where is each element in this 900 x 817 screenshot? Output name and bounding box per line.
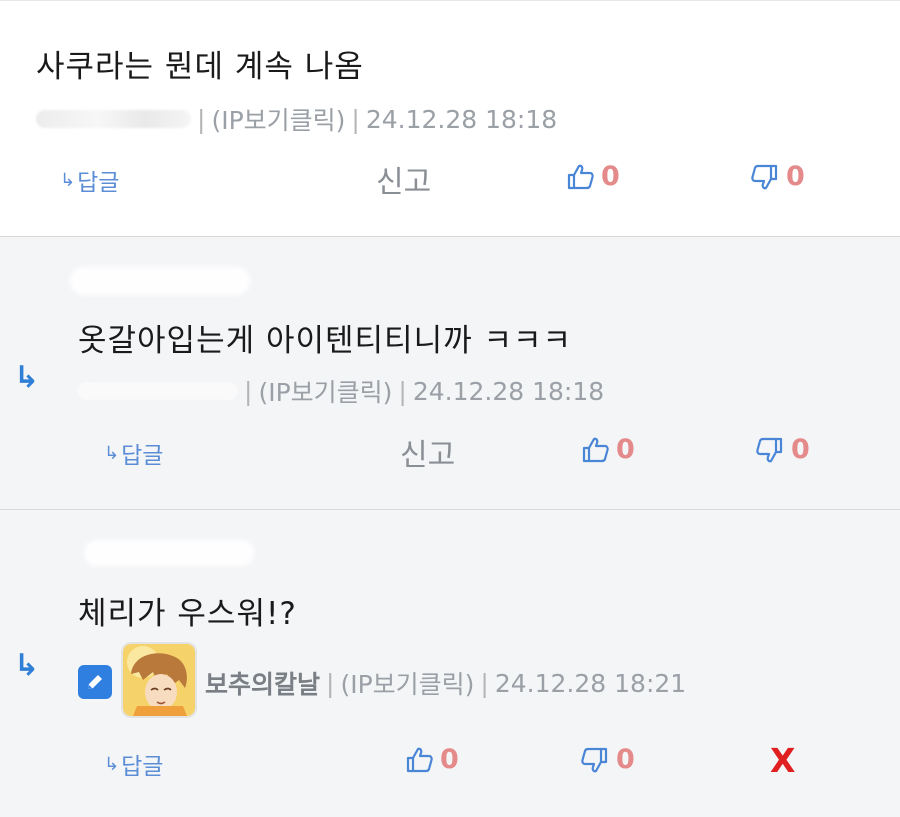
redacted-parent-name: [84, 540, 254, 566]
reply-label: 답글: [77, 170, 120, 196]
comment-item: 옷갈아입는게 아이텐티티니까 ㅋㅋㅋ ↳ | (IP보기클릭) | 24.12.…: [0, 236, 900, 509]
reply-arrow-icon: ↳: [60, 169, 76, 191]
reply-arrow-icon: ↳: [104, 442, 120, 464]
dislike-count: 0: [786, 161, 805, 192]
dislike-count: 0: [791, 434, 810, 465]
like-button[interactable]: 0: [580, 434, 635, 465]
reply-indicator-icon: ↳: [14, 360, 40, 395]
dislike-button[interactable]: 0: [580, 744, 635, 775]
reply-label: 답글: [121, 443, 164, 469]
ip-link[interactable]: (IP보기클릭): [211, 101, 345, 137]
comment-meta: 보추의칼날 | (IP보기클릭) | 24.12.28 18:21: [205, 665, 686, 701]
delete-button[interactable]: X: [770, 741, 795, 780]
author-name-redacted: [36, 110, 191, 128]
avatar[interactable]: [121, 642, 197, 718]
report-button[interactable]: 신고: [376, 157, 431, 201]
comment-item: 체리가 우스워!? ↳ 보추의칼날 | (IP보기클릭) | 24.12.28 …: [0, 509, 900, 817]
thumbs-down-icon: [581, 747, 608, 772]
timestamp: 24.12.28 18:18: [412, 376, 605, 406]
reply-label: 답글: [121, 754, 164, 780]
comment-meta: | (IP보기클릭) | 24.12.28 18:18: [36, 101, 557, 137]
reply-button[interactable]: ↳ 답글: [60, 163, 119, 197]
comment-text: 옷갈아입는게 아이텐티티니까 ㅋㅋㅋ: [78, 323, 573, 359]
comment-item: 사쿠라는 뭔데 계속 나옴 | (IP보기클릭) | 24.12.28 18:1…: [0, 0, 900, 236]
thumbs-down-icon: [751, 164, 778, 189]
like-button[interactable]: 0: [404, 744, 459, 775]
thumbs-up-icon: [406, 747, 433, 772]
ip-link[interactable]: (IP보기클릭): [340, 665, 474, 701]
like-count: 0: [440, 744, 459, 775]
reply-button[interactable]: ↳ 답글: [104, 747, 163, 781]
like-count: 0: [601, 161, 620, 192]
reply-button[interactable]: ↳ 답글: [104, 436, 163, 470]
pencil-icon[interactable]: [78, 665, 112, 699]
dislike-button[interactable]: 0: [755, 434, 810, 465]
comment-meta: | (IP보기클릭) | 24.12.28 18:18: [78, 373, 604, 409]
dislike-count: 0: [616, 744, 635, 775]
dislike-button[interactable]: 0: [750, 161, 805, 192]
author-name-redacted: [78, 382, 238, 400]
timestamp: 24.12.28 18:18: [365, 104, 558, 134]
redacted-parent-name: [70, 267, 250, 295]
author-nickname[interactable]: 보추의칼날: [205, 665, 320, 701]
like-count: 0: [616, 434, 635, 465]
timestamp: 24.12.28 18:21: [494, 668, 687, 698]
comment-text: 사쿠라는 뭔데 계속 나옴: [36, 49, 364, 85]
like-button[interactable]: 0: [565, 161, 620, 192]
thumbs-down-icon: [756, 437, 783, 462]
reply-indicator-icon: ↳: [14, 648, 40, 683]
thumbs-up-icon: [582, 437, 609, 462]
comment-text: 체리가 우스워!?: [78, 596, 297, 632]
report-button[interactable]: 신고: [400, 430, 455, 474]
thumbs-up-icon: [567, 164, 594, 189]
reply-arrow-icon: ↳: [104, 753, 120, 775]
ip-link[interactable]: (IP보기클릭): [258, 373, 392, 409]
